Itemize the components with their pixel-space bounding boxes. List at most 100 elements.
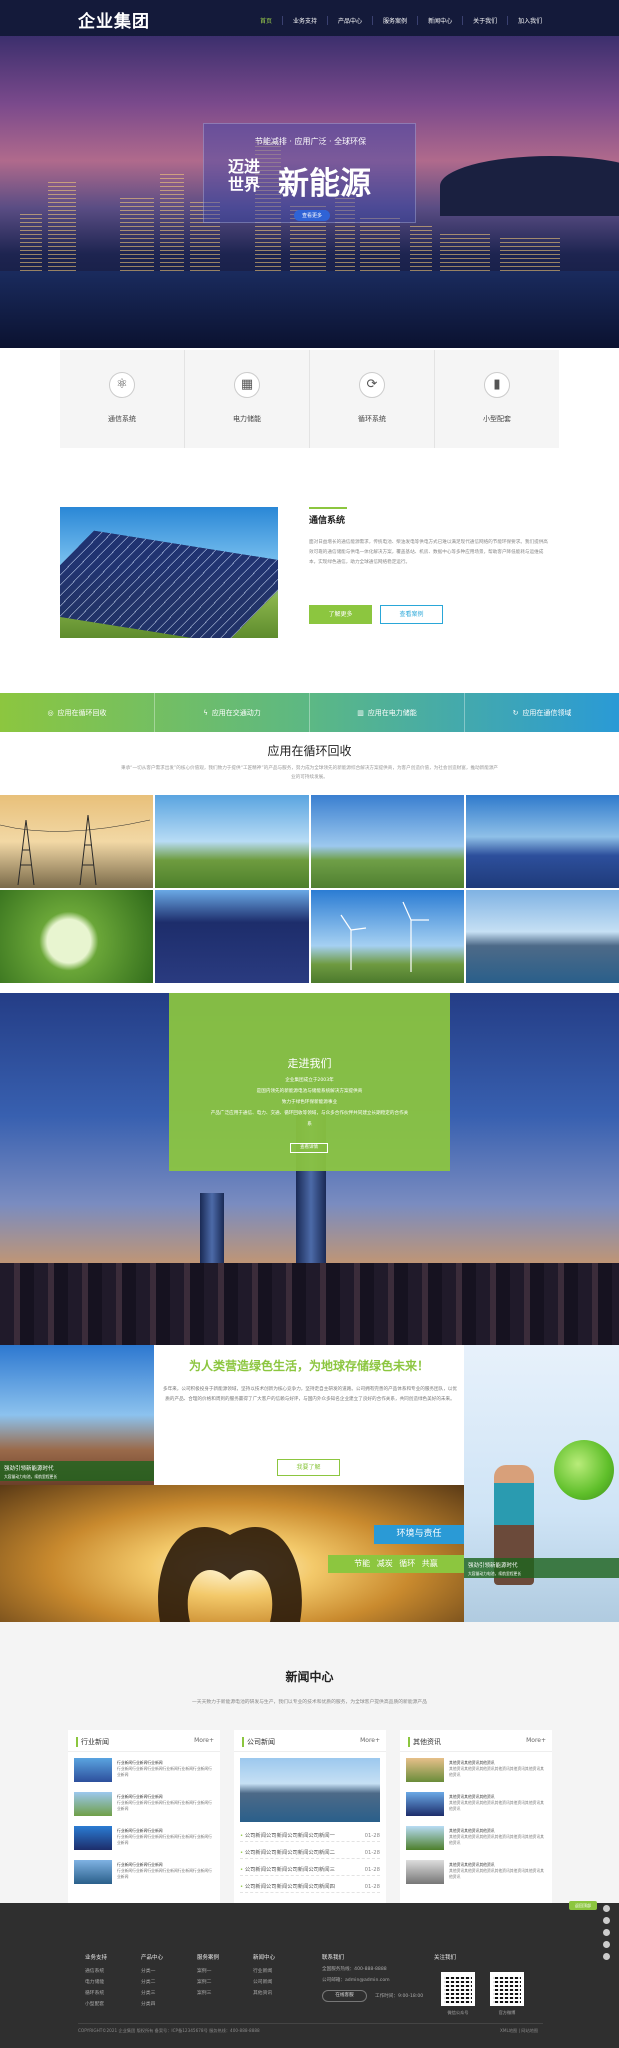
photo-solar-panels[interactable]: [155, 890, 309, 983]
tab-communication[interactable]: ↻ 应用在通信领域: [465, 693, 619, 732]
news-column-header: 其他资讯 More+: [400, 1730, 552, 1752]
news-item[interactable]: 行业新闻行业新闻行业新闻 行业新闻行业新闻行业新闻行业新闻行业新闻行业新闻行业新闻: [74, 1860, 216, 1888]
contact-head: 联系我们: [322, 1955, 345, 1961]
hero-more-button[interactable]: 查看更多: [294, 210, 331, 221]
application-photo-grid: [0, 795, 619, 983]
photo-power-towers[interactable]: [0, 795, 154, 888]
site-logo[interactable]: 企业集团: [78, 7, 150, 32]
news-column-title[interactable]: 其他资讯: [408, 1737, 441, 1747]
about-more-button[interactable]: 查看详情: [290, 1143, 328, 1153]
news-item[interactable]: 其他资讯其他资讯其他资讯 其他资讯其他资讯其他资讯其他资讯其他资讯其他资讯其他资讯: [406, 1826, 548, 1854]
news-thumbnail: [406, 1792, 444, 1816]
footer-link[interactable]: 循环系统: [85, 1988, 107, 1999]
footer-link[interactable]: 公司新闻: [253, 1977, 275, 1988]
news-column-title[interactable]: 行业新闻: [76, 1737, 109, 1747]
footer-link[interactable]: 分类三: [141, 1988, 163, 1999]
contact-hotline: 全国服务热线：400-888-8888: [322, 1967, 387, 1972]
photo-wind-turbines[interactable]: [310, 890, 464, 983]
side-dot[interactable]: [603, 1953, 610, 1960]
photo-dam[interactable]: [465, 890, 619, 983]
news-more-link[interactable]: More+: [360, 1737, 380, 1744]
feature-power-storage[interactable]: ▦ 电力储能: [185, 350, 310, 448]
side-dot[interactable]: [603, 1929, 610, 1936]
footer-link[interactable]: 电力储能: [85, 1977, 107, 1988]
about-line: 产品广泛应用于通信、电力、交通、循环回收等领域，与众多合作伙伴共同建立长期稳定的…: [210, 1111, 409, 1127]
side-dot[interactable]: [603, 1941, 610, 1948]
side-dot[interactable]: [603, 1917, 610, 1924]
footer-link[interactable]: 通信系统: [85, 1966, 107, 1977]
photo-solar-mountain[interactable]: [465, 795, 619, 888]
news-line[interactable]: • 公司新闻公司新闻公司新闻公司新闻二 01-28: [240, 1847, 380, 1859]
back-to-top-button[interactable]: 返回顶部: [569, 1901, 597, 1910]
copyright-text: COPYRIGHT©2021 企业集团 版权所有 备案号：ICP备1234567…: [78, 2028, 260, 2033]
apps-description: 秉承“一切从客户需求出发”的核心价值观，我们致力于提供“工匠精神”的产品与服务，…: [120, 766, 499, 780]
news-line-text: 公司新闻公司新闻公司新闻公司新闻三: [244, 1867, 335, 1873]
news-more-link[interactable]: More+: [526, 1737, 546, 1744]
location-icon: ◎: [47, 708, 54, 717]
photo-wind-field[interactable]: [155, 795, 309, 888]
contact-hours: 工作时间：9:00-18:00: [375, 1994, 424, 1999]
news-column-title[interactable]: 公司新闻: [242, 1737, 275, 1747]
footer-link[interactable]: 分类一: [141, 1966, 163, 1977]
news-item-text: 其他资讯其他资讯其他资讯 其他资讯其他资讯其他资讯其他资讯其他资讯其他资讯其他资讯: [449, 1862, 547, 1880]
tab-power[interactable]: ▥ 应用在电力储能: [310, 693, 465, 732]
environment-tag: 环境与责任: [374, 1525, 464, 1544]
footer-link[interactable]: 案例三: [197, 1988, 219, 1999]
photo-wind-hills[interactable]: [310, 795, 464, 888]
news-item-text: 其他资讯其他资讯其他资讯 其他资讯其他资讯其他资讯其他资讯其他资讯其他资讯其他资讯: [449, 1794, 547, 1812]
nav-join[interactable]: 加入我们: [507, 16, 552, 25]
news-column-industry: 行业新闻 More+ 行业新闻行业新闻行业新闻 行业新闻行业新闻行业新闻行业新闻行…: [68, 1730, 220, 1906]
footer-link[interactable]: 小型配套: [85, 1999, 107, 2010]
news-more-link[interactable]: More+: [194, 1737, 214, 1744]
news-line-text: 公司新闻公司新闻公司新闻公司新闻一: [244, 1833, 335, 1839]
nav-business[interactable]: 业务支持: [282, 16, 327, 25]
nav-news[interactable]: 新闻中心: [417, 16, 462, 25]
footer-link[interactable]: 其他资讯: [253, 1988, 275, 1999]
footer-column-head: 新闻中心: [253, 1955, 276, 1961]
news-item-title: 行业新闻行业新闻行业新闻: [117, 1794, 163, 1799]
life-learn-button[interactable]: 我要了解: [277, 1459, 340, 1476]
feature-cycle[interactable]: ⟳ 循环系统: [310, 350, 435, 448]
footer-link[interactable]: 案例一: [197, 1966, 219, 1977]
hero-building: [20, 211, 42, 271]
hero-building: [360, 216, 400, 271]
comm-title: 通信系统: [309, 516, 346, 526]
nav-about[interactable]: 关于我们: [462, 16, 507, 25]
news-line[interactable]: • 公司新闻公司新闻公司新闻公司新闻三 01-28: [240, 1864, 380, 1876]
news-item-text: 行业新闻行业新闻行业新闻 行业新闻行业新闻行业新闻行业新闻行业新闻行业新闻行业新闻: [117, 1760, 215, 1778]
footer-link[interactable]: 行业新闻: [253, 1966, 275, 1977]
news-column-other: 其他资讯 More+ 其他资讯其他资讯其他资讯 其他资讯其他资讯其他资讯其他资讯其…: [400, 1730, 552, 1906]
nav-cases[interactable]: 服务案例: [372, 16, 417, 25]
news-item[interactable]: 其他资讯其他资讯其他资讯 其他资讯其他资讯其他资讯其他资讯其他资讯其他资讯其他资讯: [406, 1758, 548, 1786]
learn-more-button[interactable]: 了解更多: [309, 605, 372, 624]
news-item-snippet: 其他资讯其他资讯其他资讯其他资讯其他资讯其他资讯其他资讯: [449, 1800, 544, 1811]
sitemap-link[interactable]: XML地图 | 网站地图: [500, 2028, 538, 2034]
news-thumbnail: [406, 1860, 444, 1884]
footer-link[interactable]: 分类四: [141, 1999, 163, 2010]
nav-products[interactable]: 产品中心: [327, 16, 372, 25]
footer-link[interactable]: 分类二: [141, 1977, 163, 1988]
heart-hands-icon: [158, 1527, 302, 1622]
title-accent-line: [309, 507, 347, 509]
feature-communication[interactable]: ⚛ 通信系统: [60, 350, 185, 448]
photo-light-bulb[interactable]: [0, 890, 154, 983]
news-item-snippet: 其他资讯其他资讯其他资讯其他资讯其他资讯其他资讯其他资讯: [449, 1834, 544, 1845]
online-service-button[interactable]: 在线客服: [322, 1990, 367, 2002]
footer-column: 服务案例 案例一 案例二 案例三: [197, 1953, 219, 1999]
hero-slogan-top: 节能减排 · 应用广泛 · 全球环保: [254, 137, 367, 146]
tab-recycling[interactable]: ◎ 应用在循环回收: [0, 693, 155, 732]
company-news-image[interactable]: [240, 1758, 380, 1822]
feature-small[interactable]: ▮ 小型配套: [435, 350, 559, 448]
news-item[interactable]: 行业新闻行业新闻行业新闻 行业新闻行业新闻行业新闻行业新闻行业新闻行业新闻行业新闻: [74, 1792, 216, 1820]
news-item[interactable]: 行业新闻行业新闻行业新闻 行业新闻行业新闻行业新闻行业新闻行业新闻行业新闻行业新闻: [74, 1758, 216, 1786]
footer-link[interactable]: 案例二: [197, 1977, 219, 1988]
news-item[interactable]: 其他资讯其他资讯其他资讯 其他资讯其他资讯其他资讯其他资讯其他资讯其他资讯其他资讯: [406, 1860, 548, 1888]
news-item[interactable]: 行业新闻行业新闻行业新闻 行业新闻行业新闻行业新闻行业新闻行业新闻行业新闻行业新闻: [74, 1826, 216, 1854]
news-line[interactable]: • 公司新闻公司新闻公司新闻公司新闻一 01-28: [240, 1830, 380, 1842]
tab-transport[interactable]: ϟ 应用在交通动力: [155, 693, 310, 732]
side-dot[interactable]: [603, 1905, 610, 1912]
news-item[interactable]: 其他资讯其他资讯其他资讯 其他资讯其他资讯其他资讯其他资讯其他资讯其他资讯其他资讯: [406, 1792, 548, 1820]
nav-home[interactable]: 首页: [250, 16, 282, 25]
view-case-button[interactable]: 查看案例: [380, 605, 443, 624]
news-line[interactable]: • 公司新闻公司新闻公司新闻公司新闻四 01-28: [240, 1881, 380, 1893]
